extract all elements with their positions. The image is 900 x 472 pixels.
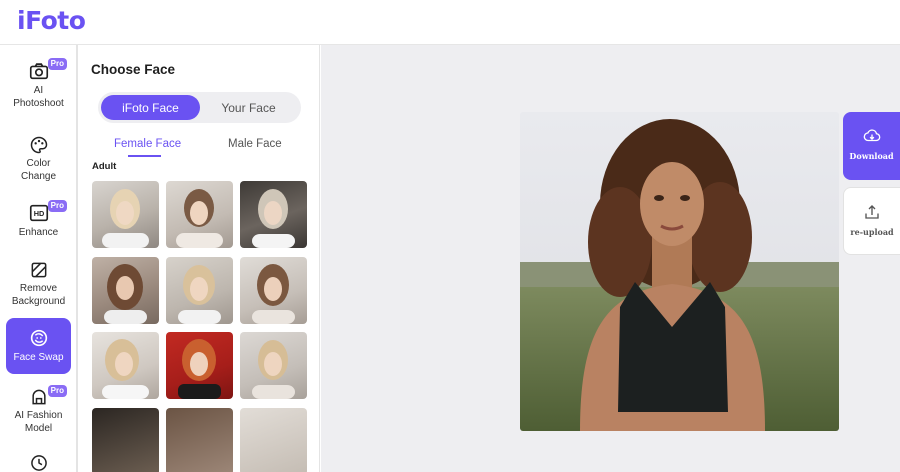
face-thumbnail[interactable] <box>166 257 233 324</box>
tab-female-face[interactable]: Female Face <box>114 138 181 150</box>
panel-title: Choose Face <box>91 62 176 77</box>
face-thumbnail[interactable] <box>240 332 307 399</box>
palette-icon <box>30 136 47 154</box>
face-thumbnail[interactable] <box>166 408 233 472</box>
eraser-icon <box>31 262 46 278</box>
face-thumbnail[interactable] <box>92 181 159 248</box>
tab-male-face[interactable]: Male Face <box>228 138 282 150</box>
sidebar-item-remove-background[interactable]: Remove Background <box>6 258 71 308</box>
face-thumbnail[interactable] <box>240 257 307 324</box>
preview-canvas: Download re-upload <box>321 45 900 472</box>
svg-text:HD: HD <box>33 209 44 218</box>
sidebar-item-label: AI Fashion Model <box>14 410 63 434</box>
sidebar-item-label: Face Swap <box>13 352 64 363</box>
sidebar-item-color-change[interactable]: Color Change <box>6 133 71 183</box>
upload-icon <box>865 205 879 219</box>
face-thumbnail[interactable] <box>166 332 233 399</box>
face-source-toggle: iFoto Face Your Face <box>98 92 301 123</box>
sidebar-item-face-swap[interactable]: Face Swap <box>6 318 71 374</box>
sidebar-item-label: Remove Background <box>11 283 66 307</box>
face-thumbnail[interactable] <box>240 408 307 472</box>
tab-your-face[interactable]: Your Face <box>199 95 298 120</box>
face-thumbnail[interactable] <box>92 332 159 399</box>
ifoto-logo[interactable]: iFoto <box>17 6 86 35</box>
face-swap-icon <box>30 329 47 347</box>
camera-icon <box>29 63 48 80</box>
result-photo <box>520 112 839 431</box>
pro-badge: Pro <box>47 200 67 212</box>
sidebar-item-ai-fashion-model[interactable]: Pro AI Fashion Model <box>6 385 71 435</box>
sidebar-item-history[interactable] <box>6 451 71 472</box>
tool-sidebar: Pro AI Photoshoot Color Change HD Pro En… <box>0 45 78 472</box>
hanger-icon <box>31 389 46 405</box>
face-thumbnail[interactable] <box>92 257 159 324</box>
sidebar-item-ai-photoshoot[interactable]: Pro AI Photoshoot <box>6 58 71 116</box>
sidebar-item-label: Color Change <box>20 158 57 182</box>
reupload-button[interactable]: re-upload <box>843 187 900 255</box>
history-icon <box>30 455 47 471</box>
pro-badge: Pro <box>47 385 67 397</box>
sidebar-item-enhance[interactable]: HD Pro Enhance <box>6 200 71 240</box>
choose-face-panel: Choose Face iFoto Face Your Face Female … <box>80 45 320 472</box>
sidebar-item-label: Enhance <box>18 227 59 238</box>
face-thumbnail[interactable] <box>240 181 307 248</box>
face-thumbnail[interactable] <box>92 408 159 472</box>
cloud-download-icon <box>863 129 880 142</box>
reupload-label: re-upload <box>850 227 894 237</box>
active-tab-underline <box>128 155 161 157</box>
download-button[interactable]: Download <box>843 112 900 180</box>
portrait-image <box>520 112 839 431</box>
download-label: Download <box>849 151 894 161</box>
tab-ifoto-face[interactable]: iFoto Face <box>101 95 200 120</box>
pro-badge: Pro <box>47 58 67 70</box>
section-label-adult: Adult <box>92 161 117 172</box>
face-thumbnail[interactable] <box>166 181 233 248</box>
app-header: iFoto <box>0 0 900 45</box>
hd-icon: HD <box>29 204 48 222</box>
sidebar-item-label: AI Photoshoot <box>13 85 64 109</box>
